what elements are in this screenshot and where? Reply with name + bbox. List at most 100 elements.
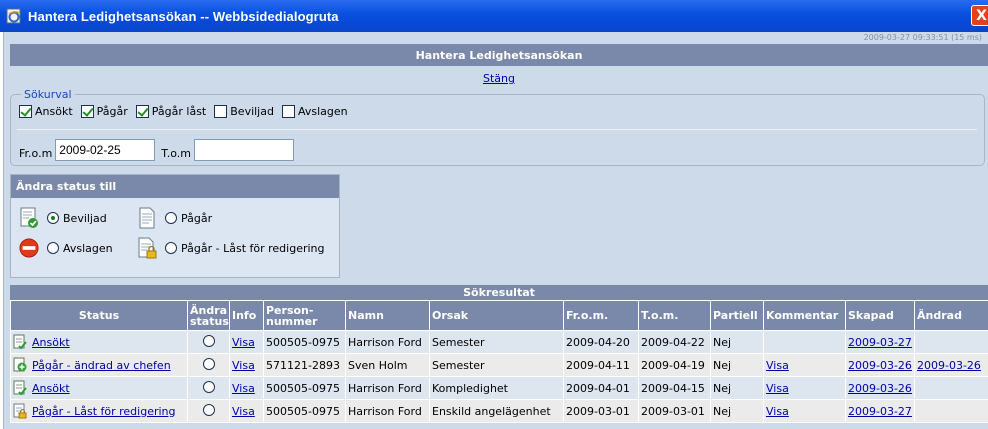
cell-change-status[interactable] <box>187 399 230 423</box>
cell-orsak: Semester <box>429 330 564 354</box>
results-table: Status Ändra status Info Person-nummer Na… <box>10 300 988 423</box>
checkbox-label-beviljad: Beviljad <box>230 105 274 118</box>
comment-link[interactable]: Visa <box>766 382 789 395</box>
column-header-namn[interactable]: Namn <box>345 300 430 331</box>
cell-kommentar: Visa <box>763 399 846 423</box>
results-header-row: Status Ändra status Info Person-nummer Na… <box>10 300 988 331</box>
cell-from: 2009-04-01 <box>563 376 639 400</box>
cell-skapad: 2009-03-27 <box>845 399 915 423</box>
cell-kommentar: Visa <box>763 376 846 400</box>
status-option-beviljad[interactable]: Beviljad <box>19 207 107 229</box>
results-title: Sökresultat <box>10 285 988 300</box>
from-date-input[interactable] <box>55 139 156 161</box>
column-header-partiell[interactable]: Partiell <box>710 300 764 331</box>
checkbox-beviljad[interactable] <box>214 105 228 118</box>
cell-orsak: Enskild angelägenhet <box>429 399 564 423</box>
cell-orsak: Semester <box>429 353 564 377</box>
checkbox-ansokt[interactable] <box>19 105 32 118</box>
cell-status: Ansökt <box>10 330 188 354</box>
radio-avslagen[interactable] <box>47 242 59 254</box>
column-header-personnummer[interactable]: Person-nummer <box>263 300 346 331</box>
checkbox-pagar[interactable] <box>80 105 94 118</box>
from-date-label: Fr.o.m <box>19 146 53 160</box>
checkbox-label-ansokt: Ansökt <box>35 105 73 118</box>
status-link[interactable]: Ansökt <box>32 382 70 395</box>
date-range-row: Fr.o.m T.o.m <box>19 139 300 161</box>
radio-pagar[interactable] <box>165 212 177 224</box>
ie-page-icon <box>6 8 21 24</box>
row-radio[interactable] <box>202 334 215 347</box>
changed-by-manager-icon <box>13 357 27 372</box>
window-title: Hantera Ledighetsansökan -- Webbsidedial… <box>28 8 339 24</box>
status-link[interactable]: Pågår - ändrad av chefen <box>32 359 171 372</box>
status-link[interactable]: Pågår - Låst för redigering <box>32 405 176 418</box>
column-header-orsak[interactable]: Orsak <box>429 300 564 331</box>
comment-link[interactable]: Visa <box>766 405 789 418</box>
checkbox-avslagen[interactable] <box>281 105 295 118</box>
radio-pagar-last[interactable] <box>165 242 177 254</box>
close-icon[interactable]: X <box>976 8 987 24</box>
info-link[interactable]: Visa <box>232 359 255 372</box>
created-link[interactable]: 2009-03-26 <box>848 382 912 395</box>
column-header-tom[interactable]: T.o.m. <box>638 300 711 331</box>
cell-personnummer: 500505-0975 <box>263 330 346 354</box>
info-link[interactable]: Visa <box>232 382 255 395</box>
radio-label-avslagen: Avslagen <box>63 241 113 255</box>
cell-kommentar: Visa <box>763 353 846 377</box>
cell-change-status[interactable] <box>187 376 230 400</box>
checkbox-label-pagar-last: Pågår låst <box>151 105 207 118</box>
cell-tom: 2009-04-19 <box>638 353 711 377</box>
applied-icon <box>13 380 27 396</box>
cell-partiell: Nej <box>710 353 764 377</box>
created-link[interactable]: 2009-03-27 <box>848 405 912 418</box>
close-link[interactable]: Stäng <box>4 72 988 85</box>
radio-beviljad[interactable] <box>47 212 59 224</box>
cell-orsak: Kompledighet <box>429 376 564 400</box>
cell-andrad <box>914 330 988 354</box>
info-link[interactable]: Visa <box>232 405 255 418</box>
status-option-pagar[interactable]: Pågår <box>137 207 212 229</box>
status-option-pagar-last[interactable]: Pågår - Låst för redigering <box>137 237 325 259</box>
column-header-skapad[interactable]: Skapad <box>845 300 915 331</box>
column-header-andrad[interactable]: Ändrad <box>914 300 988 331</box>
created-link[interactable]: 2009-03-27 <box>848 336 912 349</box>
cell-info: Visa <box>229 330 264 354</box>
checkbox-pagar-last[interactable] <box>135 105 149 118</box>
checkbox-label-avslagen: Avslagen <box>297 105 348 118</box>
cell-partiell: Nej <box>710 399 764 423</box>
cell-info: Visa <box>229 399 264 423</box>
page-title: Hantera Ledighetsansökan <box>10 44 988 66</box>
changed-link[interactable]: 2009-03-26 <box>917 359 981 372</box>
checkbox-label-pagar: Pågår <box>96 105 128 118</box>
applied-icon <box>13 334 27 350</box>
window-close-button[interactable]: X <box>971 5 988 26</box>
radio-label-beviljad: Beviljad <box>63 211 107 225</box>
column-header-status[interactable]: Status <box>10 300 188 331</box>
window-title-bar: Hantera Ledighetsansökan -- Webbsidedial… <box>0 0 988 32</box>
cell-tom: 2009-04-15 <box>638 376 711 400</box>
comment-link[interactable]: Visa <box>766 359 789 372</box>
cell-personnummer: 571121-2893 <box>263 353 346 377</box>
search-criteria-legend: Sökurval <box>21 88 75 101</box>
cell-change-status[interactable] <box>187 353 230 377</box>
row-radio[interactable] <box>202 380 215 393</box>
row-radio[interactable] <box>202 403 215 416</box>
column-header-from[interactable]: Fr.o.m. <box>563 300 639 331</box>
status-link[interactable]: Ansökt <box>32 336 70 349</box>
status-filter-row: Ansökt Pågår Pågår låst Beviljad Avslage… <box>19 105 356 118</box>
table-row: Pågår - Låst för redigering Visa 500505-… <box>10 399 988 423</box>
cell-partiell: Nej <box>710 330 764 354</box>
info-link[interactable]: Visa <box>232 336 255 349</box>
created-link[interactable]: 2009-03-26 <box>848 359 912 372</box>
cell-tom: 2009-04-22 <box>638 330 711 354</box>
cell-partiell: Nej <box>710 376 764 400</box>
status-option-avslagen[interactable]: Avslagen <box>19 237 113 259</box>
row-radio[interactable] <box>202 357 215 370</box>
cell-info: Visa <box>229 353 264 377</box>
column-header-kommentar: Kommentar <box>763 300 846 331</box>
table-row: Ansökt Visa 500505-0975 Harrison Ford Se… <box>10 330 988 354</box>
cell-from: 2009-04-11 <box>563 353 639 377</box>
to-date-input[interactable] <box>193 139 294 161</box>
document-icon <box>139 207 155 229</box>
cell-change-status[interactable] <box>187 330 230 354</box>
